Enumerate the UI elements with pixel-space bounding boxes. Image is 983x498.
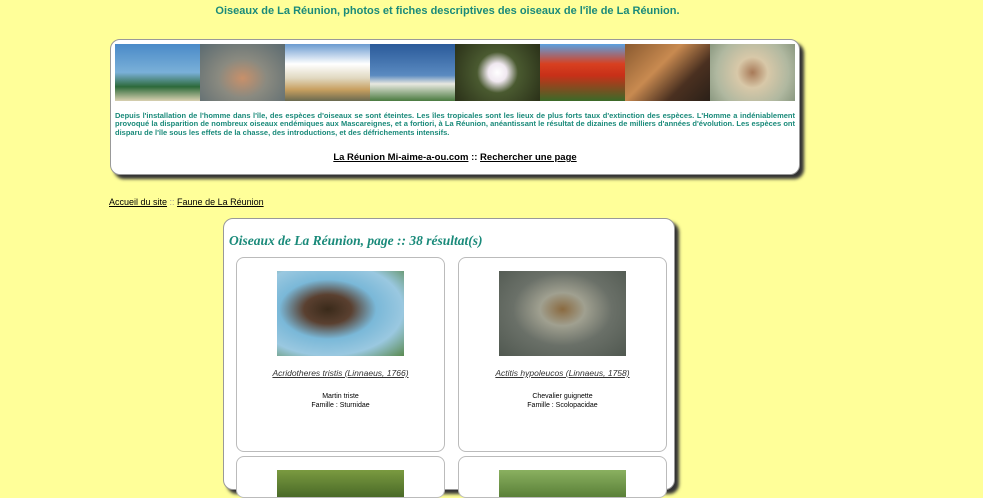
bird-photo[interactable] bbox=[277, 470, 404, 497]
bird-photo[interactable] bbox=[277, 271, 404, 356]
bird-common-name: Martin triste bbox=[322, 393, 359, 400]
bird-card[interactable]: Actitis hypoleucos (Linnaeus, 1758) Chev… bbox=[458, 257, 667, 452]
breadcrumb: Accueil du site :: Faune de La Réunion bbox=[109, 197, 264, 207]
intro-text: Depuis l'installation de l'homme dans l'… bbox=[115, 111, 795, 137]
search-page-link[interactable]: Rechercher une page bbox=[480, 152, 577, 163]
results-title: Oiseaux de La Réunion, page :: 38 résult… bbox=[229, 233, 483, 248]
turtle-photo bbox=[200, 44, 285, 101]
white-flower-photo bbox=[455, 44, 540, 101]
breadcrumb-fauna-link[interactable]: Faune de La Réunion bbox=[177, 197, 264, 207]
results-panel: Oiseaux de La Réunion, page :: 38 résult… bbox=[223, 218, 675, 498]
site-title: Oiseaux de La Réunion, photos et fiches … bbox=[215, 5, 680, 17]
bird-info: Chevalier guignette Famille : Scolopacid… bbox=[459, 392, 666, 410]
breadcrumb-separator: :: bbox=[167, 197, 178, 207]
small-bird-photo bbox=[710, 44, 795, 101]
bird-photo[interactable] bbox=[499, 271, 626, 356]
bird-card[interactable] bbox=[458, 456, 667, 498]
banner-links: La Réunion Mi-aime-a-ou.com :: Recherche… bbox=[111, 152, 799, 163]
bird-family: Famille : Scolopacidae bbox=[527, 402, 598, 409]
home-site-link[interactable]: La Réunion Mi-aime-a-ou.com bbox=[333, 152, 468, 163]
breadcrumb-home-link[interactable]: Accueil du site bbox=[109, 197, 167, 207]
gecko-photo bbox=[625, 44, 710, 101]
colonial-building-photo bbox=[285, 44, 370, 101]
bird-photo[interactable] bbox=[499, 470, 626, 497]
banner-photo-strip bbox=[115, 44, 795, 101]
bird-info: Martin triste Famille : Sturnidae bbox=[237, 392, 444, 410]
bird-card[interactable]: Acridotheres tristis (Linnaeus, 1766) Ma… bbox=[236, 257, 445, 452]
beach-photo bbox=[115, 44, 200, 101]
flamboyant-tree-photo bbox=[540, 44, 625, 101]
ocean-house-photo bbox=[370, 44, 455, 101]
bird-common-name: Chevalier guignette bbox=[532, 393, 593, 400]
bird-card[interactable] bbox=[236, 456, 445, 498]
bird-scientific-name-link[interactable]: Actitis hypoleucos (Linnaeus, 1758) bbox=[459, 368, 666, 378]
bird-family: Famille : Sturnidae bbox=[311, 402, 370, 409]
link-separator: :: bbox=[468, 152, 481, 163]
bird-scientific-name-link[interactable]: Acridotheres tristis (Linnaeus, 1766) bbox=[237, 368, 444, 378]
banner-box: Depuis l'installation de l'homme dans l'… bbox=[110, 39, 800, 175]
